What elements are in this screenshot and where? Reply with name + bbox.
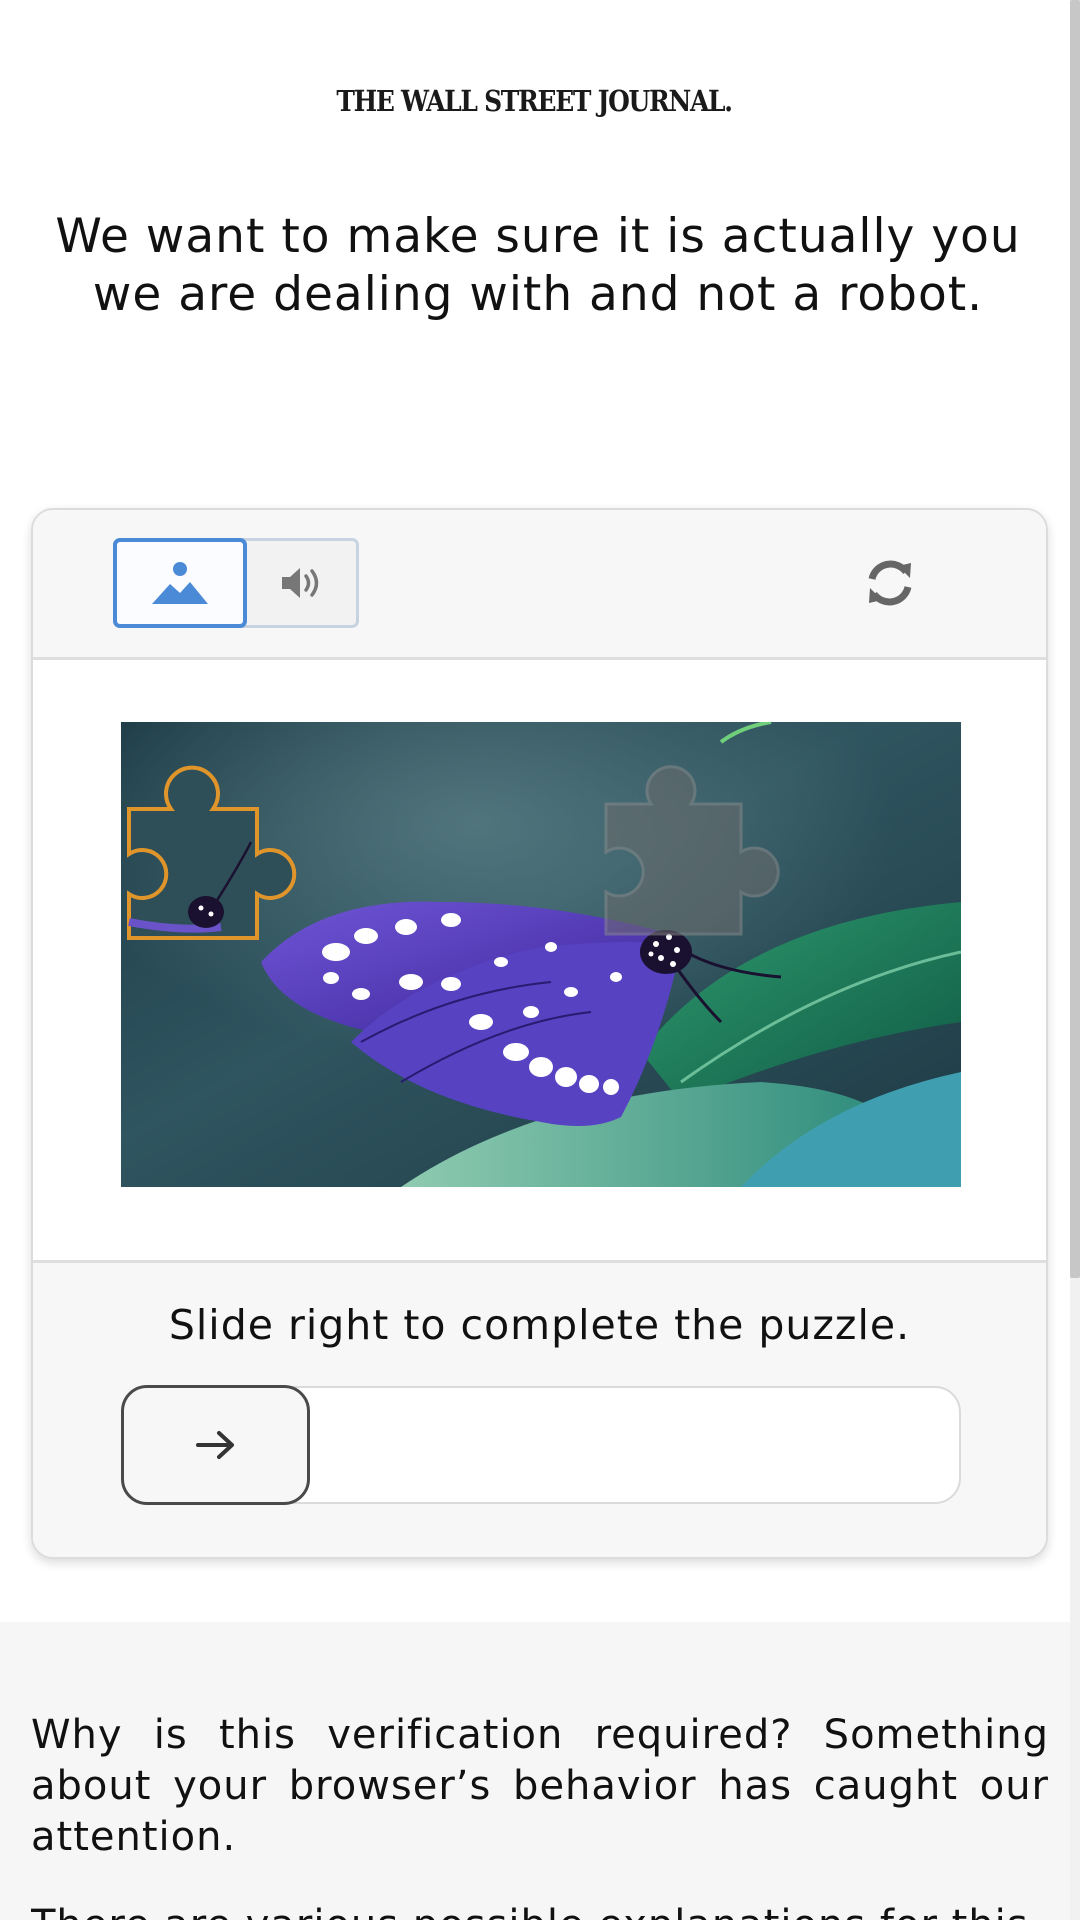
audio-mode-button[interactable]: [247, 541, 359, 625]
arrow-right-icon: [195, 1431, 234, 1459]
slide-instruction: Slide right to complete the puzzle.: [168, 1301, 911, 1349]
refresh-button[interactable]: [857, 550, 923, 616]
audio-mode-icon: [282, 568, 319, 598]
captcha-card: Slide right to complete the puzzle.: [31, 508, 1048, 1559]
mode-toggle: [113, 538, 359, 628]
page-headline: We want to make sure it is actually you …: [55, 209, 1021, 322]
slider-handle[interactable]: [121, 1385, 310, 1505]
scrollbar-thumb[interactable]: [1070, 0, 1080, 1278]
captcha-header: [33, 510, 1046, 660]
image-mode-button[interactable]: [113, 538, 247, 628]
why-verification-text: Why is this verification required? Somet…: [31, 1712, 1049, 1860]
scrollbar-track[interactable]: [1070, 0, 1080, 1920]
captcha-footer: Slide right to complete the puzzle.: [33, 1263, 1046, 1557]
puzzle-image: [121, 722, 961, 1187]
info-section: Why is this verification required? Somet…: [0, 1622, 1070, 1920]
captcha-body: [33, 660, 1046, 1263]
wsj-logo: THE WALL STREET JOURNAL.: [336, 84, 733, 118]
refresh-icon: [868, 560, 912, 606]
explanation-text: There are various possible explanations …: [31, 1900, 1049, 1920]
image-mode-icon: [152, 562, 208, 604]
